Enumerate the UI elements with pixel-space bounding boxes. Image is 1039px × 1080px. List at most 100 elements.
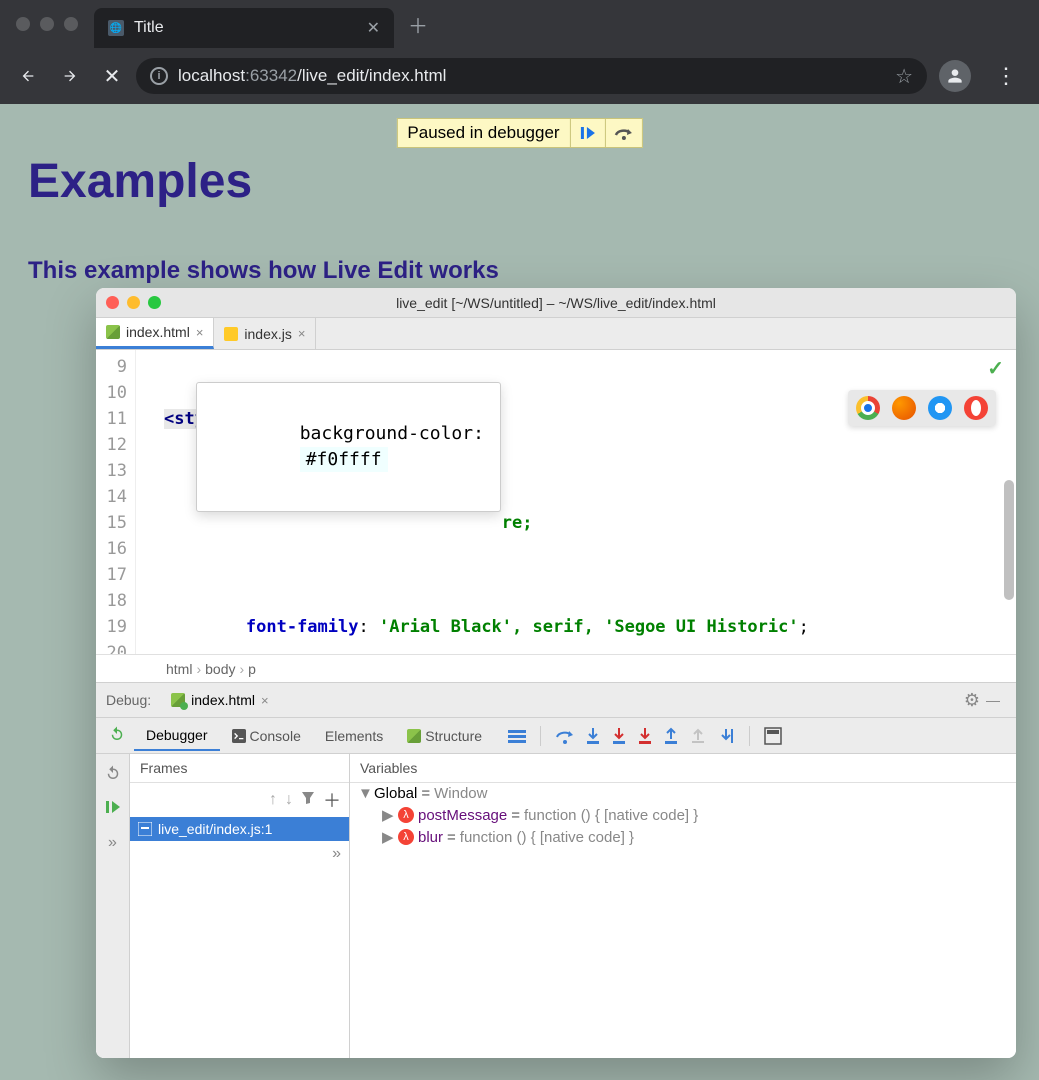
browser-menu-button[interactable]: ⋮ <box>983 63 1029 89</box>
bookmark-icon[interactable]: ☆ <box>895 64 913 89</box>
variable-row[interactable]: ▶ λ postMessage = function () { [native … <box>350 804 1016 826</box>
code-area[interactable]: background-color: #f0ffff <style> re; fo… <box>136 350 1016 654</box>
frames-panel: Frames ↑ ↓ ＋ live_edit/index.js:1 » <box>130 754 350 1058</box>
ide-minimize[interactable] <box>127 296 140 309</box>
var-name: blur <box>418 829 443 846</box>
var-value: Window <box>434 785 487 802</box>
favicon-icon: 🌐 <box>108 20 124 36</box>
elements-tab[interactable]: Elements <box>313 722 395 750</box>
variable-row[interactable]: ▼ Global = Window <box>350 783 1016 804</box>
step-over-icon <box>614 125 634 141</box>
html-file-icon <box>407 729 421 743</box>
separator <box>749 726 750 746</box>
caret-right-icon[interactable]: ▶ <box>382 828 394 846</box>
editor-tabs: index.html × index.js × <box>96 318 1016 350</box>
drop-frame-icon[interactable] <box>689 727 707 745</box>
chevron-right-icon: › <box>196 661 201 677</box>
back-button[interactable] <box>10 58 46 94</box>
tab-title: Title <box>134 19 164 37</box>
url-text: localhost:63342/live_edit/index.html <box>178 66 446 86</box>
tab-label: index.html <box>126 324 190 340</box>
close-tab-icon[interactable]: × <box>298 326 306 341</box>
debug-config-tab[interactable]: index.html × <box>163 688 276 712</box>
site-info-icon[interactable]: i <box>150 67 168 85</box>
frames-toolbar: ↑ ↓ ＋ <box>130 783 349 817</box>
next-frame-icon[interactable]: ↓ <box>285 791 293 809</box>
address-bar[interactable]: i localhost:63342/live_edit/index.html ☆ <box>136 58 927 94</box>
structure-tab[interactable]: Structure <box>395 722 494 750</box>
gear-icon[interactable]: ⚙ <box>964 690 980 711</box>
console-icon <box>232 729 246 743</box>
window-minimize[interactable] <box>40 17 54 31</box>
color-preview-tooltip: background-color: #f0ffff <box>196 382 501 512</box>
window-close[interactable] <box>16 17 30 31</box>
more-icon[interactable]: » <box>104 830 121 856</box>
add-icon[interactable]: ＋ <box>323 787 341 813</box>
code-line <box>164 562 1016 588</box>
step-over-icon[interactable] <box>555 727 575 745</box>
close-tab-icon[interactable]: × <box>196 325 204 340</box>
variable-row[interactable]: ▶ λ blur = function () { [native code] } <box>350 826 1016 848</box>
rerun-button[interactable] <box>100 725 134 746</box>
breadcrumb-item[interactable]: p <box>248 661 256 677</box>
arrow-left-icon <box>20 68 36 84</box>
arrow-right-icon <box>62 68 78 84</box>
breadcrumb-item[interactable]: html <box>166 661 192 677</box>
step-into-icon[interactable] <box>585 727 601 745</box>
force-step-into-icon[interactable] <box>611 727 627 745</box>
smart-step-into-icon[interactable] <box>637 727 653 745</box>
caret-right-icon[interactable]: ▶ <box>382 806 394 824</box>
breadcrumb[interactable]: html › body › p <box>96 654 1016 682</box>
frames-header: Frames <box>130 754 349 783</box>
ide-close[interactable] <box>106 296 119 309</box>
lambda-icon: λ <box>398 829 414 845</box>
browser-tab[interactable]: 🌐 Title ✕ <box>94 8 394 48</box>
var-name: Global <box>374 785 417 802</box>
browser-navbar: ✕ i localhost:63342/live_edit/index.html… <box>0 48 1039 104</box>
editor-area[interactable]: ✓ 910111213141516171819202122232425 back… <box>96 350 1016 654</box>
tooltip-label: background-color: <box>300 423 484 444</box>
prev-frame-icon[interactable]: ↑ <box>269 791 277 809</box>
line-gutter[interactable]: 910111213141516171819202122232425 <box>96 350 136 654</box>
hide-panel-icon[interactable]: — <box>980 692 1006 708</box>
tooltip-value: #f0ffff <box>300 447 388 472</box>
debug-label: Debug: <box>106 692 151 708</box>
threads-icon[interactable] <box>508 729 526 743</box>
profile-button[interactable] <box>939 60 971 92</box>
console-tab[interactable]: Console <box>220 722 313 750</box>
step-out-icon[interactable] <box>663 727 679 745</box>
restart-button[interactable] <box>102 762 124 784</box>
editor-tab-index-js[interactable]: index.js × <box>214 318 316 349</box>
filter-icon[interactable] <box>301 791 315 810</box>
debugger-tab[interactable]: Debugger <box>134 721 220 751</box>
forward-button[interactable] <box>52 58 88 94</box>
browser-tabbar: 🌐 Title ✕ ＋ <box>0 0 1039 48</box>
ide-maximize[interactable] <box>148 296 161 309</box>
resume-button[interactable] <box>570 119 605 147</box>
person-icon <box>945 66 965 86</box>
close-tab-icon[interactable]: ✕ <box>367 18 380 38</box>
stack-frame[interactable]: live_edit/index.js:1 <box>130 817 349 841</box>
editor-tab-index-html[interactable]: index.html × <box>96 318 214 349</box>
html-file-icon <box>171 693 185 707</box>
var-value: function () { [native code] } <box>524 807 698 824</box>
js-file-icon <box>224 327 238 341</box>
frame-label: live_edit/index.js:1 <box>158 821 272 837</box>
stop-button[interactable]: ✕ <box>94 58 130 94</box>
breadcrumb-item[interactable]: body <box>205 661 235 677</box>
caret-down-icon[interactable]: ▼ <box>358 785 370 802</box>
run-to-cursor-icon[interactable] <box>717 727 735 745</box>
debug-config-name: index.html <box>191 692 255 708</box>
page-subheading: This example shows how Live Edit works <box>28 257 1011 285</box>
resume-icon <box>104 799 122 815</box>
evaluate-icon[interactable] <box>764 727 782 745</box>
rerun-icon <box>108 725 126 743</box>
step-button[interactable] <box>605 119 642 147</box>
resume-program-button[interactable] <box>102 796 124 818</box>
more-frames-icon[interactable]: » <box>130 841 349 867</box>
close-icon[interactable]: × <box>261 693 269 708</box>
paused-label: Paused in debugger <box>397 119 569 147</box>
new-tab-button[interactable]: ＋ <box>394 10 442 39</box>
window-maximize[interactable] <box>64 17 78 31</box>
ide-titlebar[interactable]: live_edit [~/WS/untitled] – ~/WS/live_ed… <box>96 288 1016 318</box>
